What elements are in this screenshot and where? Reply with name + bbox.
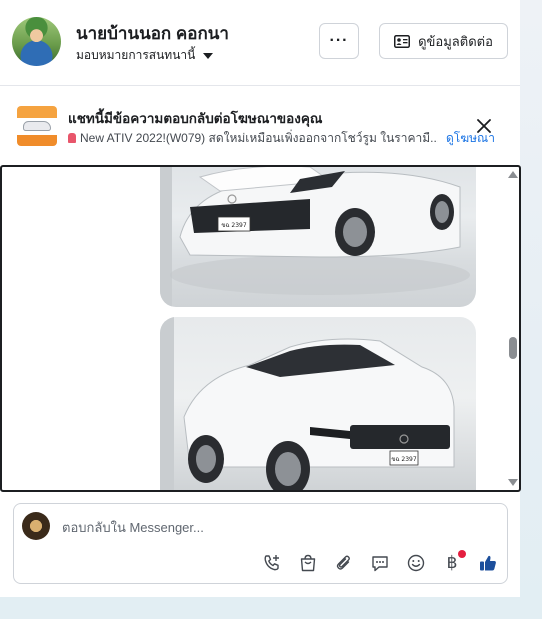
- messenger-panel: นายบ้านนอก คอกนา มอบหมายการสนทนานี้ ··· …: [0, 0, 521, 597]
- conversation-header: นายบ้านนอก คอกนา มอบหมายการสนทนานี้ ··· …: [0, 0, 520, 86]
- scroll-up-arrow-icon[interactable]: [508, 171, 518, 178]
- car-photo-message[interactable]: ขฉ 2397: [160, 317, 476, 490]
- notification-dot: [458, 550, 466, 558]
- composer-toolbar: ฿: [254, 548, 506, 578]
- baht-symbol: ฿: [446, 553, 458, 573]
- assign-conversation-dropdown[interactable]: มอบหมายการสนทนานี้: [76, 46, 214, 65]
- emoji-icon[interactable]: [398, 548, 434, 578]
- contact-name[interactable]: นายบ้านนอก คอกนา: [76, 20, 229, 47]
- close-icon[interactable]: [474, 116, 494, 136]
- shopping-bag-icon[interactable]: [290, 548, 326, 578]
- baht-payment-icon[interactable]: ฿: [434, 548, 470, 578]
- ad-thumbnail: [17, 106, 57, 146]
- scroll-down-arrow-icon[interactable]: [508, 479, 518, 486]
- flag-emoji-icon: [68, 133, 76, 143]
- view-contact-info-button[interactable]: ดูข้อมูลติดต่อ: [379, 23, 508, 59]
- contact-card-icon: [394, 34, 411, 48]
- assign-label: มอบหมายการสนทนานี้: [76, 48, 196, 62]
- call-add-icon[interactable]: [254, 548, 290, 578]
- reply-input[interactable]: [62, 516, 482, 538]
- ad-banner-title: แชทนี้มีข้อความตอบกลับต่อโฆษณาของคุณ: [68, 111, 323, 126]
- license-plate: ขฉ 2397: [221, 222, 247, 229]
- thread-scrollbar[interactable]: [505, 167, 517, 490]
- ad-reply-banner: แชทนี้มีข้อความตอบกลับต่อโฆษณาของคุณ New…: [0, 86, 520, 165]
- scrollbar-thumb[interactable]: [509, 337, 517, 359]
- more-options-button[interactable]: ···: [319, 23, 359, 59]
- page-avatar: [22, 512, 50, 540]
- attachment-icon[interactable]: [326, 548, 362, 578]
- ad-description-text: New ATIV 2022!(W079) สดใหม่เหมือนเพิ่งออ…: [80, 131, 438, 145]
- saved-replies-icon[interactable]: [362, 548, 398, 578]
- license-plate: ขฉ 2397: [391, 456, 417, 463]
- reply-composer: ฿: [13, 503, 508, 584]
- view-contact-info-label: ดูข้อมูลติดต่อ: [418, 33, 493, 49]
- car-photo-message[interactable]: ขฉ 2397: [160, 167, 476, 307]
- ad-description: New ATIV 2022!(W079) สดใหม่เหมือนเพิ่งออ…: [68, 129, 438, 148]
- chevron-down-icon: [203, 52, 214, 59]
- like-icon[interactable]: [470, 548, 506, 578]
- contact-avatar[interactable]: [12, 17, 61, 66]
- message-thread[interactable]: ขฉ 2397 ขฉ 2397: [0, 165, 521, 492]
